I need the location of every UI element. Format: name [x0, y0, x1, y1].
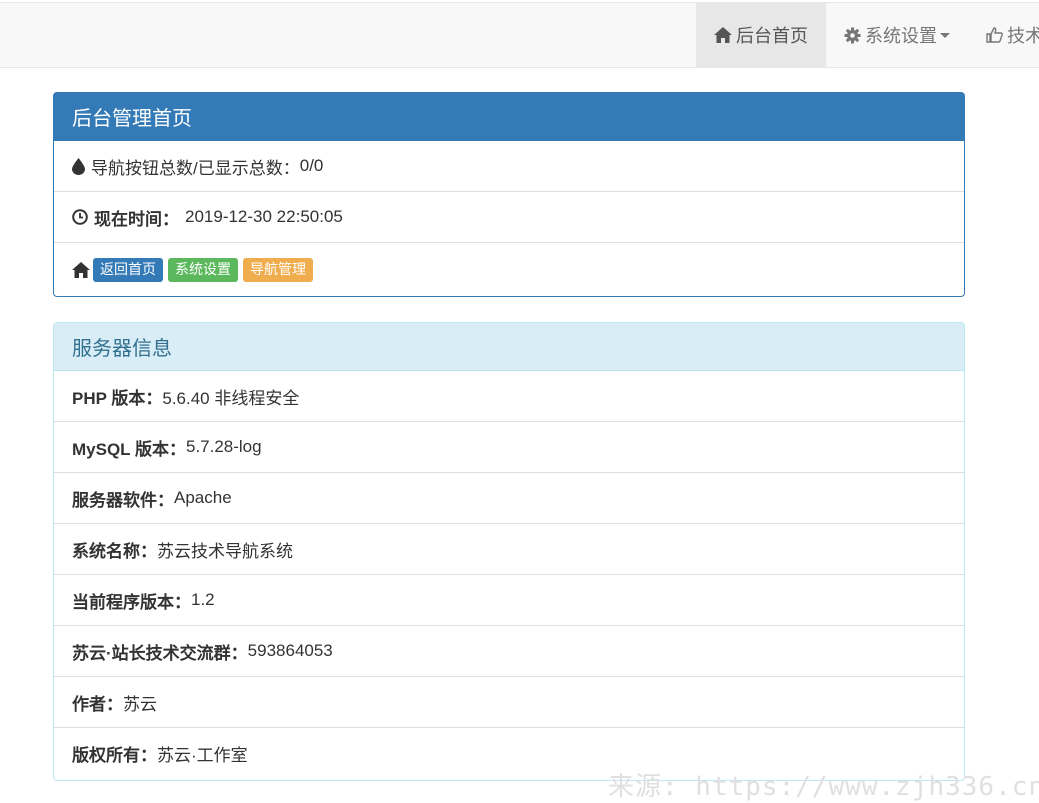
nav-menu: 后台首页 系统设置 技术	[696, 3, 1039, 67]
info-row-author: 作者： 苏云	[54, 677, 964, 728]
gear-icon	[844, 27, 861, 44]
dashboard-panel: 后台管理首页 导航按钮总数/已显示总数： 0/0 现在时间： 2019-12-3…	[53, 92, 965, 297]
tint-icon	[72, 157, 85, 175]
info-value: Apache	[174, 488, 232, 507]
watermark-text: 来源: https://www.zjh336.cn	[608, 772, 1039, 802]
info-value: 苏云·工作室	[157, 746, 248, 765]
nav-count-label: 导航按钮总数/已显示总数：	[91, 158, 300, 178]
info-value: 5.7.28-log	[185, 437, 262, 456]
server-info-panel: 服务器信息 PHP 版本： 5.6.40 非线程安全 MySQL 版本： 5.7.2…	[53, 322, 965, 781]
info-row-server-software: 服务器软件： Apache	[54, 473, 964, 524]
current-time-row: 现在时间： 2019-12-30 22:50:05	[54, 192, 964, 243]
current-time-label: 现在时间：	[94, 209, 179, 229]
info-label: 版权所有：	[72, 746, 157, 765]
nav-item-label: 后台首页	[736, 26, 808, 46]
system-settings-button[interactable]: 系统设置	[168, 257, 238, 282]
info-label: PHP 版本：	[72, 388, 163, 408]
current-time-value: 2019-12-30 22:50:05	[185, 207, 343, 226]
nav-item-system-settings[interactable]: 系统设置	[826, 3, 968, 67]
nav-management-button[interactable]: 导航管理	[243, 257, 313, 282]
nav-item-dashboard[interactable]: 后台首页	[696, 3, 826, 67]
nav-count-value: 0/0	[299, 156, 324, 175]
info-row-version: 当前程序版本： 1.2	[54, 575, 964, 626]
quick-links-row: 返回首页 系统设置 导航管理	[54, 243, 964, 296]
nav-count-row: 导航按钮总数/已显示总数： 0/0	[54, 141, 964, 192]
info-row-qq-group: 苏云·站长技术交流群： 593864053	[54, 626, 964, 677]
top-navbar: 后台首页 系统设置 技术	[0, 2, 1039, 68]
info-label: 服务器软件：	[72, 490, 174, 510]
info-value: 1.2	[191, 590, 215, 609]
panel-title: 服务器信息	[54, 323, 964, 371]
nav-item-tech[interactable]: 技术	[968, 3, 1039, 67]
home-icon	[714, 27, 732, 43]
info-label: 当前程序版本：	[72, 592, 191, 612]
back-home-button[interactable]: 返回首页	[93, 257, 163, 282]
info-value: 苏云技术导航系统	[157, 541, 293, 561]
home-icon	[72, 261, 90, 278]
info-label: 作者：	[72, 694, 123, 714]
panel-title: 后台管理首页	[54, 93, 964, 141]
info-label: MySQL 版本：	[72, 439, 186, 459]
info-row-system-name: 系统名称： 苏云技术导航系统	[54, 524, 964, 575]
nav-item-label: 系统设置	[865, 26, 937, 46]
info-value: 5.6.40 非线程安全	[162, 388, 300, 408]
nav-item-label: 技术	[1007, 26, 1039, 46]
thumbs-up-icon	[986, 27, 1003, 43]
info-value: 593864053	[247, 641, 333, 660]
info-row-mysql: MySQL 版本： 5.7.28-log	[54, 422, 964, 473]
info-label: 苏云·站长技术交流群：	[72, 643, 248, 663]
info-label: 系统名称：	[72, 541, 157, 561]
chevron-down-icon	[940, 32, 950, 38]
info-value: 苏云	[123, 694, 157, 714]
clock-icon	[72, 209, 88, 225]
info-row-php: PHP 版本： 5.6.40 非线程安全	[54, 371, 964, 422]
